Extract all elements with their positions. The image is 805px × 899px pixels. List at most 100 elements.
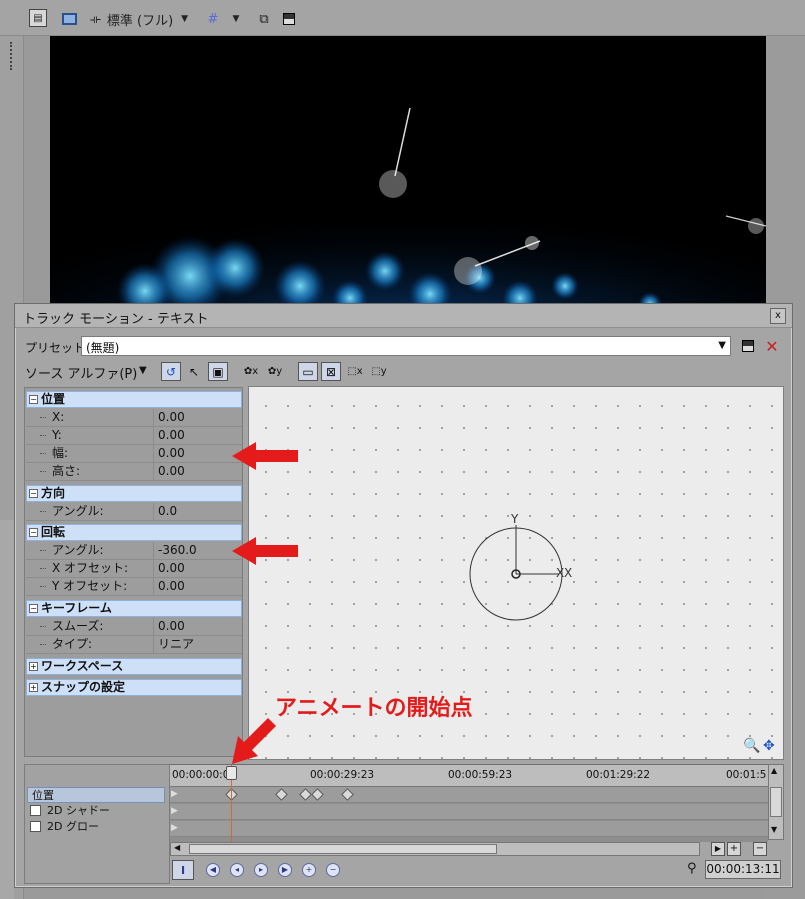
dock-grip[interactable] [10, 42, 12, 70]
size-lock-button[interactable]: ⊠ [321, 362, 341, 381]
prop-row-height[interactable]: 高さ: 0.00 [26, 463, 242, 481]
add-keyframe-button[interactable]: + [302, 863, 316, 877]
keyframe-lane-glow[interactable]: ▶ [170, 821, 768, 837]
timeline-vertical-scrollbar[interactable]: ▲ ▼ [768, 764, 784, 840]
save-preset-button[interactable] [739, 337, 757, 355]
zoom-out-timeline-button[interactable]: − [753, 842, 767, 856]
motion-toolbar: ソース アルファ(P) ▼ ↺ ↖ ▣ ✿x ✿y ▭ ⊠ ⬚x ⬚y [15, 361, 792, 383]
delete-preset-button[interactable]: ✕ [763, 337, 781, 356]
collapse-icon[interactable]: − [29, 489, 38, 498]
collapse-icon[interactable]: − [29, 528, 38, 537]
section-position[interactable]: − 位置 [26, 391, 242, 408]
lock-x-button[interactable]: ✿x [241, 362, 261, 381]
prop-value[interactable]: 0.0 [158, 503, 177, 520]
track-position[interactable]: 位置 [27, 787, 165, 803]
section-keyframe[interactable]: − キーフレーム [26, 600, 242, 617]
last-keyframe-button[interactable]: ▶ [278, 863, 292, 877]
next-keyframe-button[interactable]: ▸ [254, 863, 268, 877]
source-alpha-label[interactable]: ソース アルファ(P) [25, 363, 137, 382]
track-2d-glow[interactable]: 2D グロー [27, 819, 165, 835]
prop-value[interactable]: 0.00 [158, 578, 185, 595]
collapse-icon[interactable]: − [29, 395, 38, 404]
prev-keyframe-button[interactable]: ◂ [230, 863, 244, 877]
delete-keyframe-button[interactable]: − [326, 863, 340, 877]
scroll-thumb[interactable] [770, 787, 782, 817]
prop-value[interactable]: 0.00 [158, 445, 185, 462]
keyframe-marker[interactable] [311, 788, 324, 801]
prop-row-rotation-angle[interactable]: アングル: -360.0 [26, 542, 242, 560]
overlays-dropdown[interactable]: ▼ [229, 9, 243, 29]
prop-value[interactable]: 0.00 [158, 463, 185, 480]
keyframe-marker[interactable] [275, 788, 288, 801]
rotation-tool-button[interactable]: ↺ [161, 362, 181, 381]
sync-cursor-button[interactable]: I [172, 860, 194, 880]
expand-icon[interactable]: + [29, 662, 38, 671]
keyframe-lane-position[interactable]: ▶ [170, 787, 768, 803]
prevent-y-button[interactable]: ⬚y [369, 362, 389, 381]
prop-value[interactable]: 0.00 [158, 427, 185, 444]
timeline-horizontal-scrollbar[interactable]: ◀ [170, 842, 700, 856]
lock-envelope-icon[interactable]: ⚲ [687, 861, 697, 876]
lock-x-icon: ✿x [243, 366, 259, 377]
collapse-icon[interactable]: − [29, 604, 38, 613]
pan-move-icon[interactable]: ✥ [763, 738, 775, 754]
time-ruler[interactable]: 00:00:00:00 00:00:29:23 00:00:59:23 00:0… [170, 765, 768, 787]
prop-label: アングル: [26, 503, 154, 520]
lane-arrow-icon: ▶ [171, 823, 178, 833]
keyframe-lane-shadow[interactable]: ▶ [170, 804, 768, 820]
prop-row-smooth[interactable]: スムーズ: 0.00 [26, 618, 242, 636]
prop-value[interactable]: -360.0 [158, 542, 197, 559]
dialog-close-button[interactable]: x [770, 308, 786, 324]
prop-value[interactable]: 0.00 [158, 409, 185, 426]
scroll-left-icon[interactable]: ◀ [174, 843, 180, 852]
copy-snapshot-button[interactable]: ⧉ [255, 9, 273, 29]
prop-row-y[interactable]: Y: 0.00 [26, 427, 242, 445]
y-axis-label: Y [511, 512, 519, 526]
track-2d-shadow[interactable]: 2D シャドー [27, 803, 165, 819]
preview-properties-button[interactable]: ▤ [29, 9, 47, 27]
prevent-x-button[interactable]: ⬚x [345, 362, 365, 381]
preset-dropdown[interactable]: (無題) ▼ [81, 336, 731, 356]
section-workspace[interactable]: + ワークスペース [26, 658, 242, 675]
track-checkbox[interactable] [30, 805, 41, 816]
keyframe-marker[interactable] [299, 788, 312, 801]
prop-value[interactable]: 0.00 [158, 618, 185, 635]
save-icon [283, 13, 295, 25]
chevron-down-icon[interactable]: ▼ [139, 365, 147, 376]
prop-row-x-offset[interactable]: X オフセット: 0.00 [26, 560, 242, 578]
first-keyframe-button[interactable]: ◀ [206, 863, 220, 877]
prop-value[interactable]: 0.00 [158, 560, 185, 577]
edit-in-space-button[interactable]: ▭ [298, 362, 318, 381]
section-orientation[interactable]: − 方向 [26, 485, 242, 502]
preview-toolbar: ▤ ⟛ 標準 (フル) ▼ # ▼ ⧉ [0, 0, 805, 36]
prop-row-x[interactable]: X: 0.00 [26, 409, 242, 427]
playhead-handle[interactable] [226, 766, 237, 780]
prop-row-type[interactable]: タイプ: リニア [26, 636, 242, 654]
prop-row-y-offset[interactable]: Y オフセット: 0.00 [26, 578, 242, 596]
ruler-time: 00:01:5 [726, 769, 767, 781]
keyframe-timeline[interactable]: 00:00:00:00 00:00:29:23 00:00:59:23 00:0… [170, 764, 768, 843]
scroll-up-icon[interactable]: ▲ [771, 766, 777, 775]
prop-value[interactable]: リニア [158, 636, 194, 653]
object-mode-button[interactable]: ▣ [208, 362, 228, 381]
section-rotation[interactable]: − 回転 [26, 524, 242, 541]
scroll-right-button[interactable]: ▶ [711, 842, 725, 856]
keyframe-marker[interactable] [341, 788, 354, 801]
quality-icon: ⟛ [90, 11, 101, 26]
zoom-icon[interactable]: 🔍 [743, 738, 760, 754]
zoom-tool-button[interactable]: ↖ [184, 362, 204, 381]
prop-row-width[interactable]: 幅: 0.00 [26, 445, 242, 463]
scroll-down-icon[interactable]: ▼ [771, 825, 777, 834]
dialog-titlebar[interactable]: トラック モーション - テキスト x [15, 304, 792, 328]
prop-row-orientation-angle[interactable]: アングル: 0.0 [26, 503, 242, 521]
current-time-display[interactable]: 00:00:13:11 [705, 860, 781, 879]
lock-y-button[interactable]: ✿y [265, 362, 285, 381]
track-checkbox[interactable] [30, 821, 41, 832]
save-snapshot-button[interactable] [280, 9, 298, 29]
scroll-thumb[interactable] [189, 844, 497, 854]
overlays-button[interactable]: # [205, 9, 221, 29]
zoom-in-timeline-button[interactable]: + [727, 842, 741, 856]
external-monitor-button[interactable] [59, 9, 79, 29]
section-snap-settings[interactable]: + スナップの設定 [26, 679, 242, 696]
expand-icon[interactable]: + [29, 683, 38, 692]
